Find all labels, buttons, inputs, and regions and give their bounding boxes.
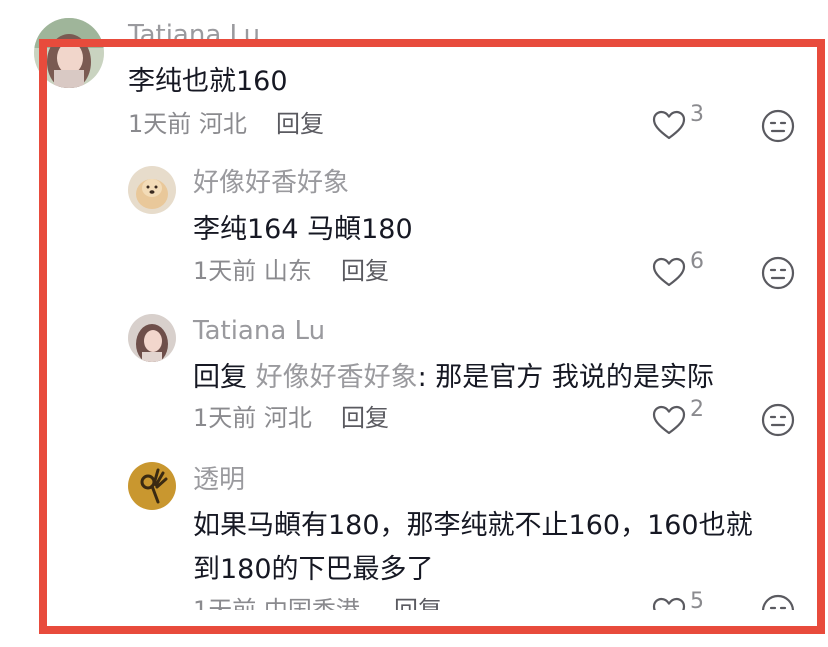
comment-time: 1天前 — [193, 596, 264, 610]
dislike-button[interactable] — [761, 594, 795, 610]
like-count: 5 — [690, 589, 704, 611]
comment-text-line: 到180的下巴最多了 — [193, 554, 434, 585]
comment-location: 山东 — [263, 257, 312, 285]
comment-username[interactable]: Tatiana Lu — [128, 22, 260, 48]
comment-text: 回复 好像好香好象: 那是官方 我说的是实际 — [193, 364, 714, 391]
avatar-girl-photo-icon — [34, 18, 104, 88]
meh-face-icon — [761, 594, 795, 610]
dislike-button[interactable] — [761, 256, 795, 290]
like-button[interactable]: 6 — [652, 251, 704, 287]
avatar[interactable] — [128, 166, 176, 214]
avatar[interactable] — [128, 314, 176, 362]
dislike-button[interactable] — [761, 109, 795, 143]
meh-face-icon — [761, 256, 795, 290]
avatar[interactable] — [128, 462, 176, 510]
comment-list: Tatiana Lu 李纯也就160 1天前 河北 回复 3 好像好香好象 李纯… — [0, 0, 828, 610]
like-button[interactable]: 2 — [652, 399, 704, 435]
comment-username[interactable]: 透明 — [193, 467, 245, 493]
comment-meta: 1天前 山东 — [193, 259, 312, 283]
meh-face-icon — [761, 109, 795, 143]
comment-meta: 1天前 河北 — [193, 406, 312, 430]
avatar-dog-photo-icon — [128, 166, 176, 214]
comment-body: : 那是官方 我说的是实际 — [417, 362, 714, 393]
comment-meta: 1天前 河北 — [128, 112, 247, 136]
heart-outline-icon — [652, 405, 686, 435]
comment-time: 1天前 — [128, 110, 199, 138]
comment-time: 1天前 — [193, 257, 264, 285]
comment-text-line: 如果马頔有180，那李纯就不止160，160也就 — [193, 510, 753, 541]
comment-text: 李纯也就160 — [128, 66, 288, 97]
meh-face-icon — [761, 403, 795, 437]
comment-text: 李纯164 马頔180 — [193, 214, 413, 245]
avatar-ok-hand-icon — [128, 462, 176, 510]
avatar-girl-photo-icon — [128, 314, 176, 362]
like-button[interactable]: 5 — [652, 591, 704, 610]
comment-location: 河北 — [198, 110, 247, 138]
comment-meta: 1天前 中国香港 — [193, 598, 360, 610]
comment-username[interactable]: 好像好香好象 — [193, 170, 349, 196]
avatar[interactable] — [34, 18, 104, 88]
comment-location: 中国香港 — [263, 596, 360, 610]
like-count: 2 — [690, 397, 704, 422]
dislike-button[interactable] — [761, 403, 795, 437]
heart-outline-icon — [652, 597, 686, 610]
reply-button[interactable]: 回复 — [341, 406, 389, 430]
comment-username[interactable]: Tatiana Lu — [193, 318, 325, 344]
reply-button[interactable]: 回复 — [341, 259, 389, 283]
reply-button[interactable]: 回复 — [276, 112, 324, 136]
heart-outline-icon — [652, 110, 686, 140]
like-button[interactable]: 3 — [652, 104, 704, 140]
heart-outline-icon — [652, 257, 686, 287]
like-count: 6 — [690, 249, 704, 274]
comment-location: 河北 — [263, 404, 312, 432]
reply-button[interactable]: 回复 — [394, 598, 442, 610]
like-count: 3 — [690, 102, 704, 127]
reply-prefix: 回复 — [193, 362, 256, 393]
mention-link[interactable]: 好像好香好象 — [256, 362, 418, 393]
comment-time: 1天前 — [193, 404, 264, 432]
